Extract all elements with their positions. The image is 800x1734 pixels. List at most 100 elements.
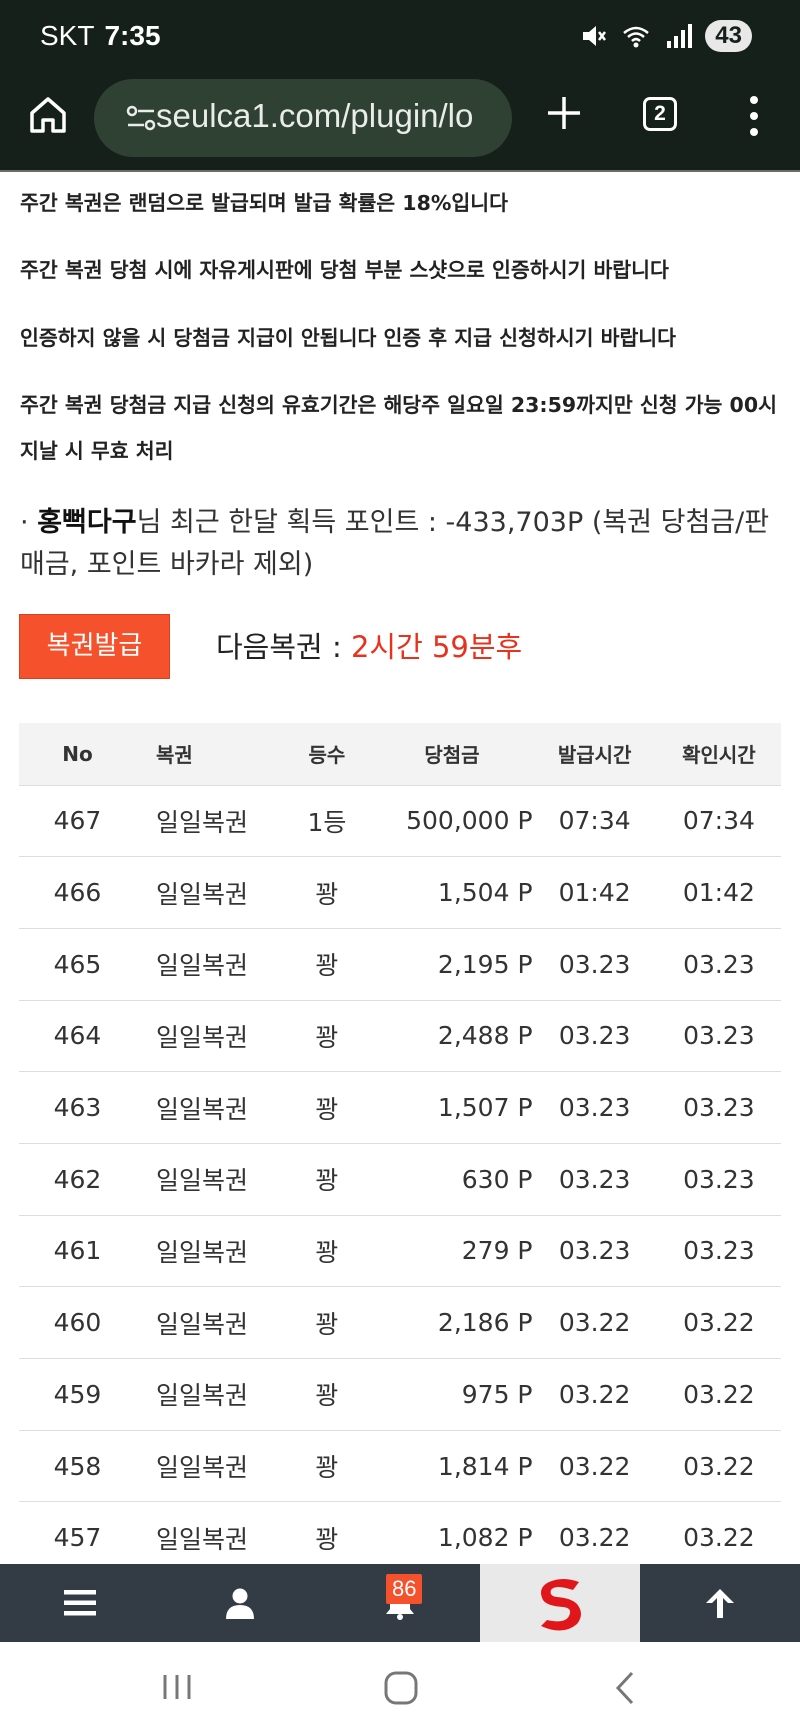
cell-no: 462 (19, 1143, 136, 1216)
cell-rank: 꽝 (282, 1143, 372, 1216)
table-row: 467 일일복권 1등 500,000 P 07:34 07:34 (19, 785, 781, 858)
points-bullet: · (20, 507, 29, 538)
lottery-history-table: No 복권 등수 당첨금 발급시간 확인시간 467 일일복권 1등 500,000 … (19, 723, 781, 1564)
cell-issued-time: 03.23 (532, 928, 657, 1001)
cell-rank: 꽝 (282, 1430, 372, 1503)
cell-issued-time: 03.23 (532, 1000, 657, 1073)
cell-no: 465 (19, 928, 136, 1001)
notice-payment: 인증하지 않을 시 당첨금 지급이 안됩니다 인증 후 지급 신청하시기 바랍니… (20, 326, 677, 350)
table-row: 465 일일복권 꽝 2,195 P 03.23 03.23 (19, 928, 781, 1001)
cell-rank: 꽝 (282, 928, 372, 1001)
cell-prize: 1,814 P (371, 1430, 533, 1503)
url-text[interactable]: seulca1.com/plugin/lo (156, 97, 473, 135)
header-rank: 등수 (282, 723, 372, 786)
cell-rank: 꽝 (282, 1286, 372, 1359)
cell-checked-time: 03.23 (656, 1000, 781, 1073)
menu-button[interactable] (0, 1564, 160, 1642)
table-row: 457 일일복권 꽝 1,082 P 03.22 03.22 (19, 1501, 781, 1564)
cell-checked-time: 03.22 (656, 1286, 781, 1359)
cell-lottery: 일일복권 (135, 1071, 283, 1144)
cell-issued-time: 01:42 (532, 856, 657, 929)
next-lottery: 다음복권 : 2시간 59분후 (216, 624, 522, 666)
carrier-label: SKT (40, 20, 95, 51)
cell-checked-time: 03.22 (656, 1430, 781, 1503)
site-settings-icon[interactable] (124, 101, 158, 135)
cell-rank: 꽝 (282, 1501, 372, 1564)
table-row: 462 일일복권 꽝 630 P 03.23 03.23 (19, 1143, 781, 1216)
notification-badge: 86 (386, 1574, 423, 1604)
issue-lottery-button[interactable]: 복권발급 (19, 614, 170, 679)
table-row: 464 일일복권 꽝 2,488 P 03.23 03.23 (19, 1000, 781, 1073)
more-menu-icon[interactable] (746, 93, 762, 139)
cell-prize: 2,195 P (371, 928, 533, 1001)
cell-issued-time: 03.23 (532, 1071, 657, 1144)
cell-lottery: 일일복권 (135, 1143, 283, 1216)
home-icon[interactable] (26, 93, 70, 137)
cell-checked-time: 03.23 (656, 928, 781, 1001)
cell-no: 466 (19, 856, 136, 929)
header-lottery: 복권 (135, 723, 283, 786)
cell-prize: 279 P (371, 1215, 533, 1288)
header-no: No (19, 723, 136, 786)
back-nav-icon[interactable] (612, 1670, 638, 1706)
cell-lottery: 일일복권 (135, 1000, 283, 1073)
cell-prize: 1,082 P (371, 1501, 533, 1564)
table-row: 459 일일복권 꽝 975 P 03.22 03.22 (19, 1358, 781, 1431)
cell-rank: 꽝 (282, 1358, 372, 1431)
table-row: 463 일일복권 꽝 1,507 P 03.23 03.23 (19, 1071, 781, 1144)
site-bottom-nav: 86 (0, 1564, 800, 1642)
next-lottery-countdown: 2시간 59분후 (350, 630, 523, 664)
header-checked-time: 확인시간 (656, 723, 781, 786)
recent-apps-icon[interactable] (160, 1670, 194, 1704)
table-row: 466 일일복권 꽝 1,504 P 01:42 01:42 (19, 856, 781, 929)
cell-checked-time: 03.23 (656, 1215, 781, 1288)
table-row: 458 일일복권 꽝 1,814 P 03.22 03.22 (19, 1430, 781, 1503)
next-lottery-label: 다음복권 : (216, 630, 351, 664)
cell-checked-time: 03.23 (656, 1071, 781, 1144)
table-row: 460 일일복권 꽝 2,186 P 03.22 03.22 (19, 1286, 781, 1359)
user-button[interactable] (160, 1564, 320, 1642)
cell-rank: 꽝 (282, 856, 372, 929)
table-body: 467 일일복권 1등 500,000 P 07:34 07:34 466 일일복권 꽝 1,50… (19, 785, 781, 1564)
cell-issued-time: 03.23 (532, 1143, 657, 1216)
site-logo-button[interactable] (480, 1564, 640, 1642)
system-navigation-bar (0, 1642, 800, 1734)
cell-lottery: 일일복권 (135, 1430, 283, 1503)
cell-prize: 1,504 P (371, 856, 533, 929)
cell-issued-time: 03.22 (532, 1358, 657, 1431)
cell-lottery: 일일복권 (135, 1286, 283, 1359)
header-issued-time: 발급시간 (532, 723, 657, 786)
scroll-top-button[interactable] (640, 1564, 800, 1642)
cell-checked-time: 01:42 (656, 856, 781, 929)
home-nav-icon[interactable] (383, 1670, 419, 1706)
cell-issued-time: 07:34 (532, 785, 657, 858)
page-content: 주간 복권은 랜덤으로 발급되며 발급 확률은 18%입니다 주간 복권 당첨 … (0, 172, 800, 1564)
new-tab-icon[interactable] (544, 93, 584, 133)
clock: 7:35 (104, 20, 161, 51)
notice-probability: 주간 복권은 랜덤으로 발급되며 발급 확률은 18%입니다 (20, 191, 508, 215)
cell-prize: 1,507 P (371, 1071, 533, 1144)
address-bar[interactable]: seulca1.com/plugin/lo (94, 79, 512, 157)
points-username: 홍뻑다구 (37, 507, 137, 538)
status-icons: 43 (579, 20, 752, 52)
cell-checked-time: 03.23 (656, 1143, 781, 1216)
cell-no: 467 (19, 785, 136, 858)
monthly-points: · 홍뻑다구님 최근 한달 획득 포인트 : -433,703P (복권 당첨금… (20, 502, 790, 586)
cell-lottery: 일일복권 (135, 928, 283, 1001)
arrow-up-icon (706, 1589, 734, 1618)
cell-lottery: 일일복권 (135, 1215, 283, 1288)
browser-toolbar: seulca1.com/plugin/lo 2 (0, 75, 800, 172)
cell-no: 457 (19, 1501, 136, 1564)
cell-checked-time: 03.22 (656, 1358, 781, 1431)
cell-rank: 꽝 (282, 1071, 372, 1144)
cell-no: 458 (19, 1430, 136, 1503)
notice-validity: 주간 복권 당첨금 지급 신청의 유효기간은 해당주 일요일 23:59까지만 … (20, 393, 777, 463)
tab-switcher-button[interactable]: 2 (643, 97, 677, 131)
cell-issued-time: 03.22 (532, 1286, 657, 1359)
cell-lottery: 일일복권 (135, 785, 283, 858)
cell-prize: 2,488 P (371, 1000, 533, 1073)
header-prize: 당첨금 (371, 723, 533, 786)
cell-issued-time: 03.22 (532, 1501, 657, 1564)
signal-icon (667, 24, 693, 48)
cell-rank: 꽝 (282, 1215, 372, 1288)
